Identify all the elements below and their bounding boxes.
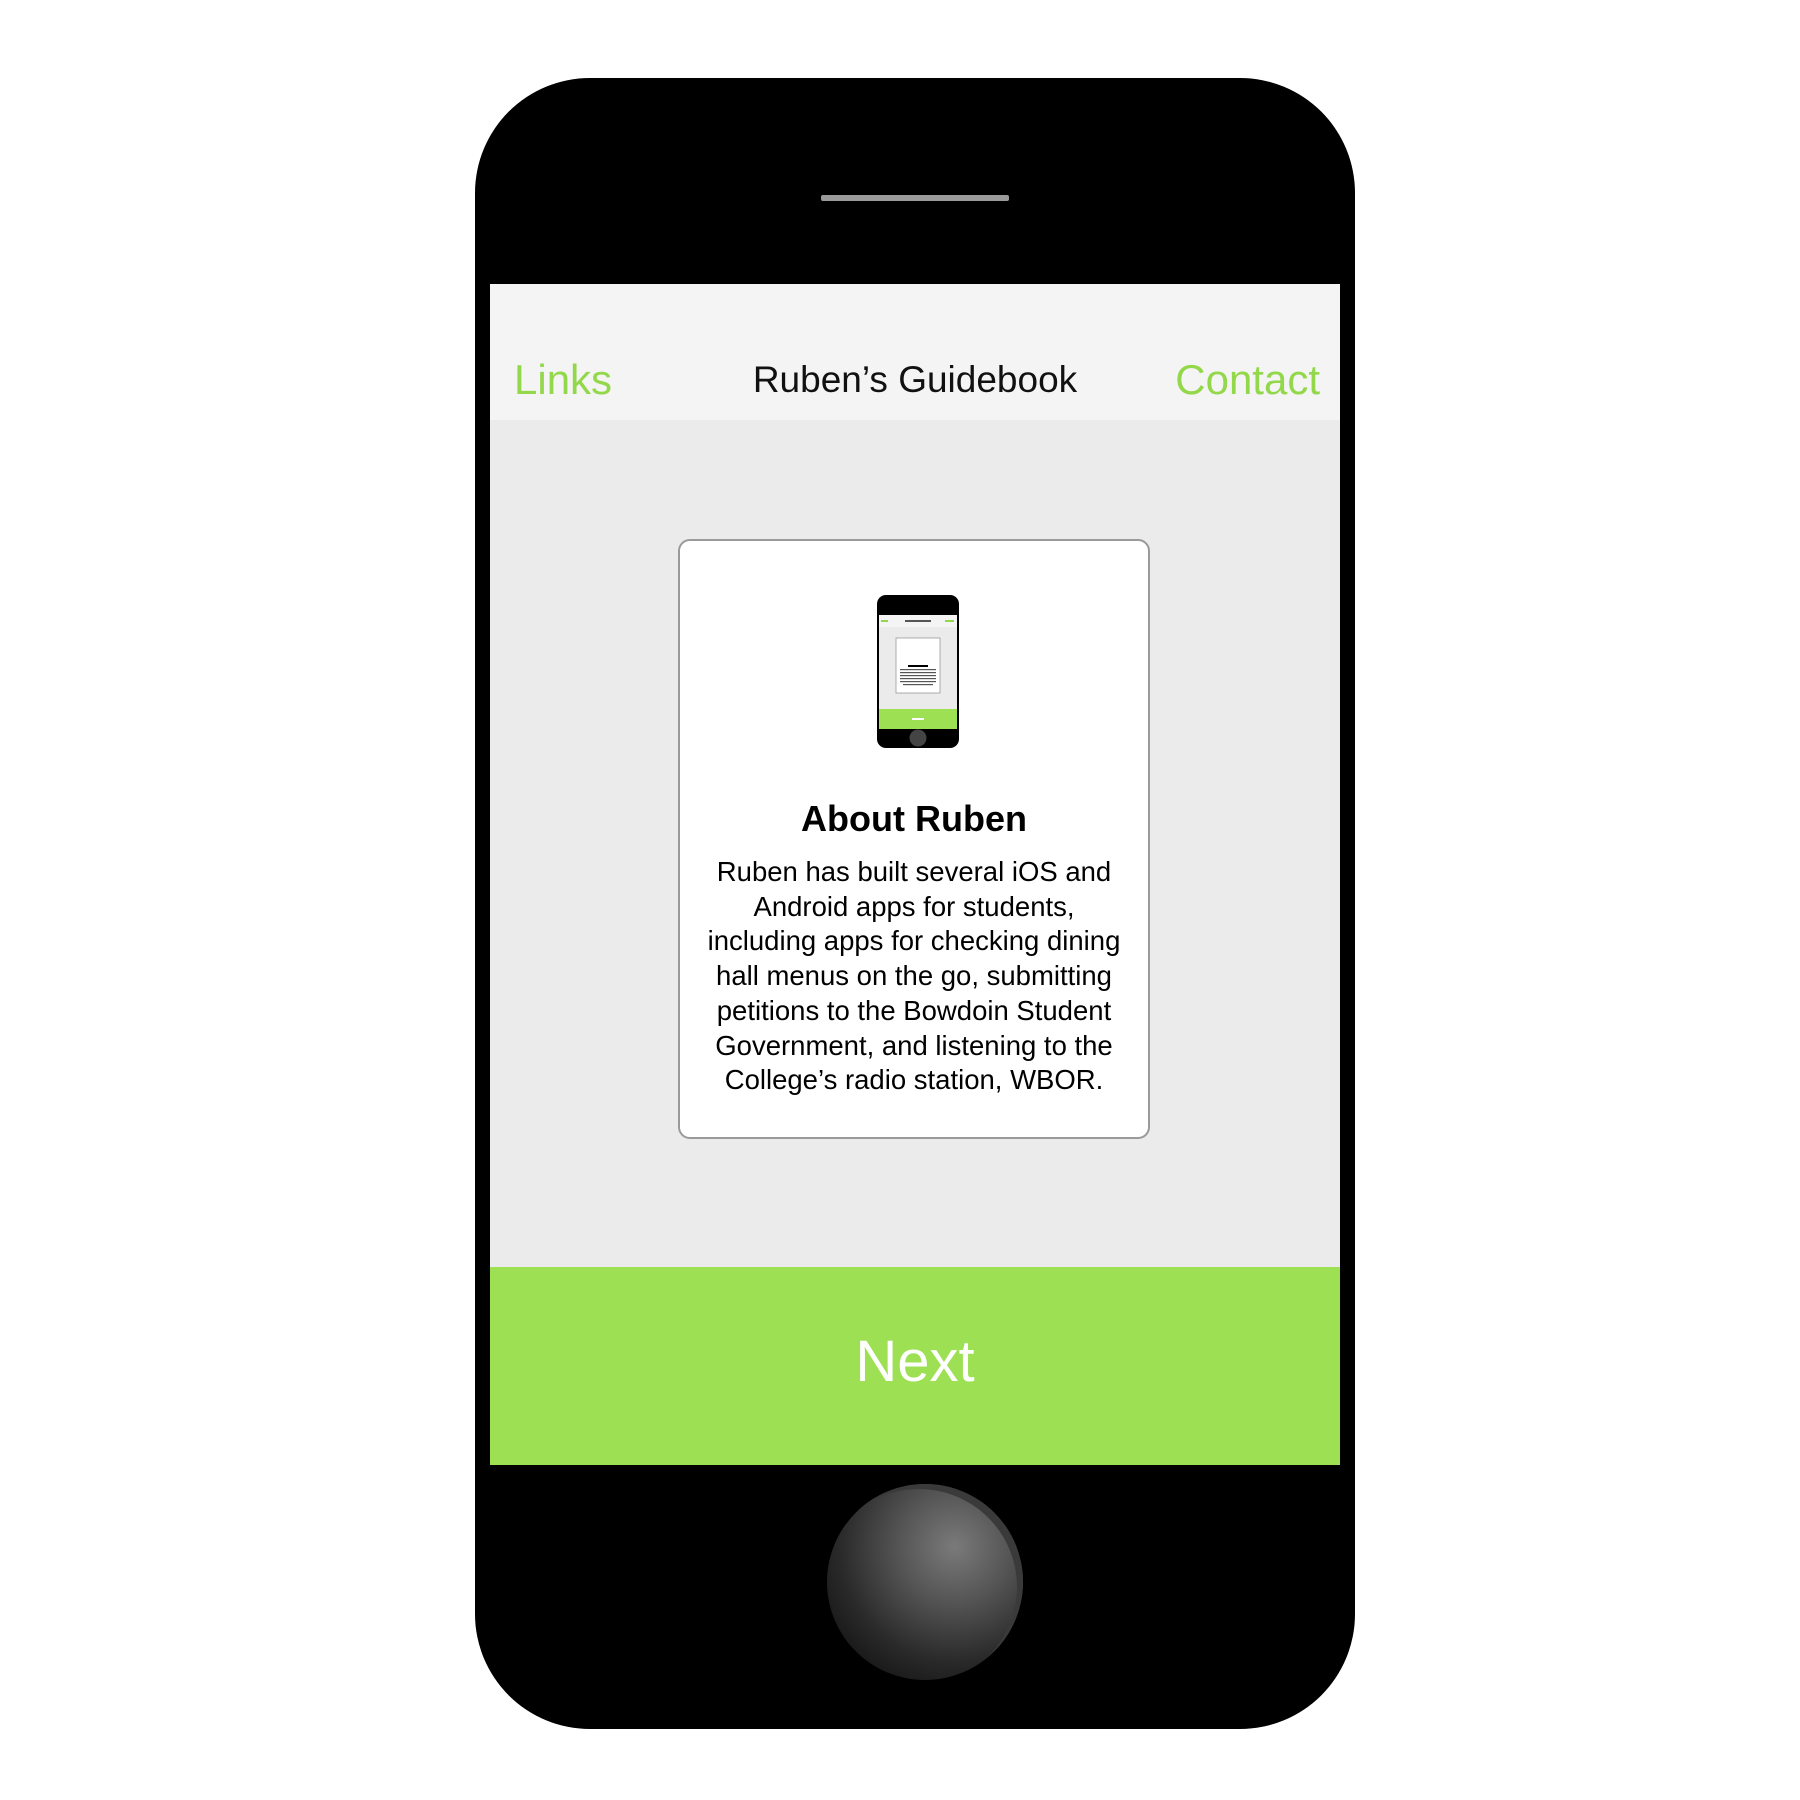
phone-mockup-icon bbox=[877, 595, 959, 748]
speaker-grille bbox=[821, 195, 1009, 201]
home-button[interactable] bbox=[827, 1484, 1023, 1680]
contact-nav-button[interactable]: Contact bbox=[1175, 359, 1320, 401]
card-title: About Ruben bbox=[801, 798, 1027, 839]
next-button-label: Next bbox=[855, 1329, 975, 1394]
card-description: Ruben has built several iOS and Android … bbox=[707, 856, 1121, 1096]
phone-screen: Links Ruben’s Guidebook Contact About Ru… bbox=[490, 284, 1340, 1465]
phone-frame: Links Ruben’s Guidebook Contact About Ru… bbox=[475, 78, 1355, 1729]
next-button[interactable]: Next bbox=[490, 1267, 1340, 1465]
about-card: About Ruben Ruben has built several iOS … bbox=[678, 539, 1150, 1139]
navigation-bar: Links Ruben’s Guidebook Contact bbox=[490, 284, 1340, 420]
